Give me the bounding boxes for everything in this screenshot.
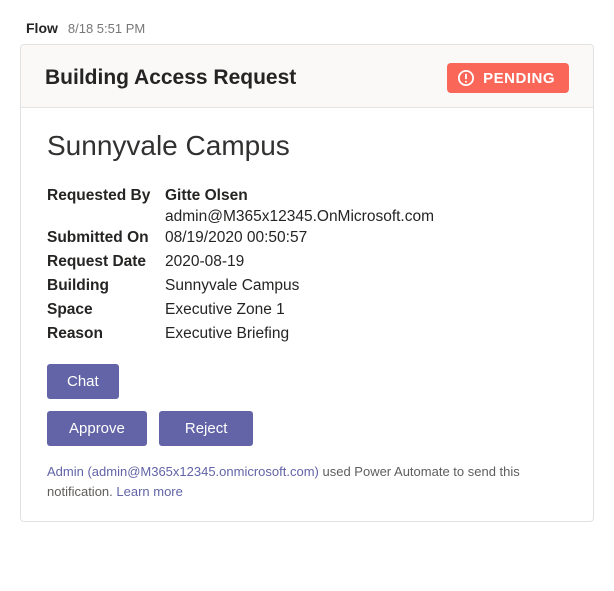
alert-icon: [457, 69, 475, 87]
campus-title: Sunnyvale Campus: [47, 130, 567, 162]
button-row-2: Approve Reject: [47, 411, 567, 446]
message-header: Flow 8/18 5:51 PM: [20, 20, 594, 36]
field-value: 08/19/2020 00:50:57: [165, 226, 307, 250]
field-space: Space Executive Zone 1: [47, 298, 567, 322]
field-requested-by: Requested By Gitte Olsen: [47, 184, 567, 208]
field-request-date: Request Date 2020-08-19: [47, 250, 567, 274]
message-sender: Flow: [26, 20, 58, 36]
field-value: 2020-08-19: [165, 250, 244, 274]
reject-button[interactable]: Reject: [159, 411, 254, 446]
adaptive-card: Building Access Request PENDING Sunnyval…: [20, 44, 594, 522]
field-label: Building: [47, 274, 165, 298]
field-building: Building Sunnyvale Campus: [47, 274, 567, 298]
chat-button[interactable]: Chat: [47, 364, 119, 399]
field-value: Sunnyvale Campus: [165, 274, 299, 298]
field-label: Request Date: [47, 250, 165, 274]
field-label: Submitted On: [47, 226, 165, 250]
card-body: Sunnyvale Campus Requested By Gitte Olse…: [21, 108, 593, 521]
approve-button[interactable]: Approve: [47, 411, 147, 446]
card-title: Building Access Request: [45, 66, 296, 90]
footer-sender-link[interactable]: Admin (admin@M365x12345.onmicrosoft.com): [47, 464, 319, 479]
card-header: Building Access Request PENDING: [21, 45, 593, 108]
field-label: Reason: [47, 322, 165, 346]
footer-note: Admin (admin@M365x12345.onmicrosoft.com)…: [47, 462, 567, 501]
field-value: Executive Briefing: [165, 322, 289, 346]
requester-email: admin@M365x12345.OnMicrosoft.com: [165, 208, 567, 226]
status-badge: PENDING: [447, 63, 569, 93]
message-timestamp: 8/18 5:51 PM: [68, 21, 145, 36]
field-reason: Reason Executive Briefing: [47, 322, 567, 346]
button-row-1: Chat: [47, 364, 567, 399]
field-value: Executive Zone 1: [165, 298, 285, 322]
field-submitted-on: Submitted On 08/19/2020 00:50:57: [47, 226, 567, 250]
field-label: Space: [47, 298, 165, 322]
requester-name: Gitte Olsen: [165, 184, 248, 208]
learn-more-link[interactable]: Learn more: [116, 484, 182, 499]
field-label: Requested By: [47, 184, 165, 208]
status-text: PENDING: [483, 70, 555, 87]
